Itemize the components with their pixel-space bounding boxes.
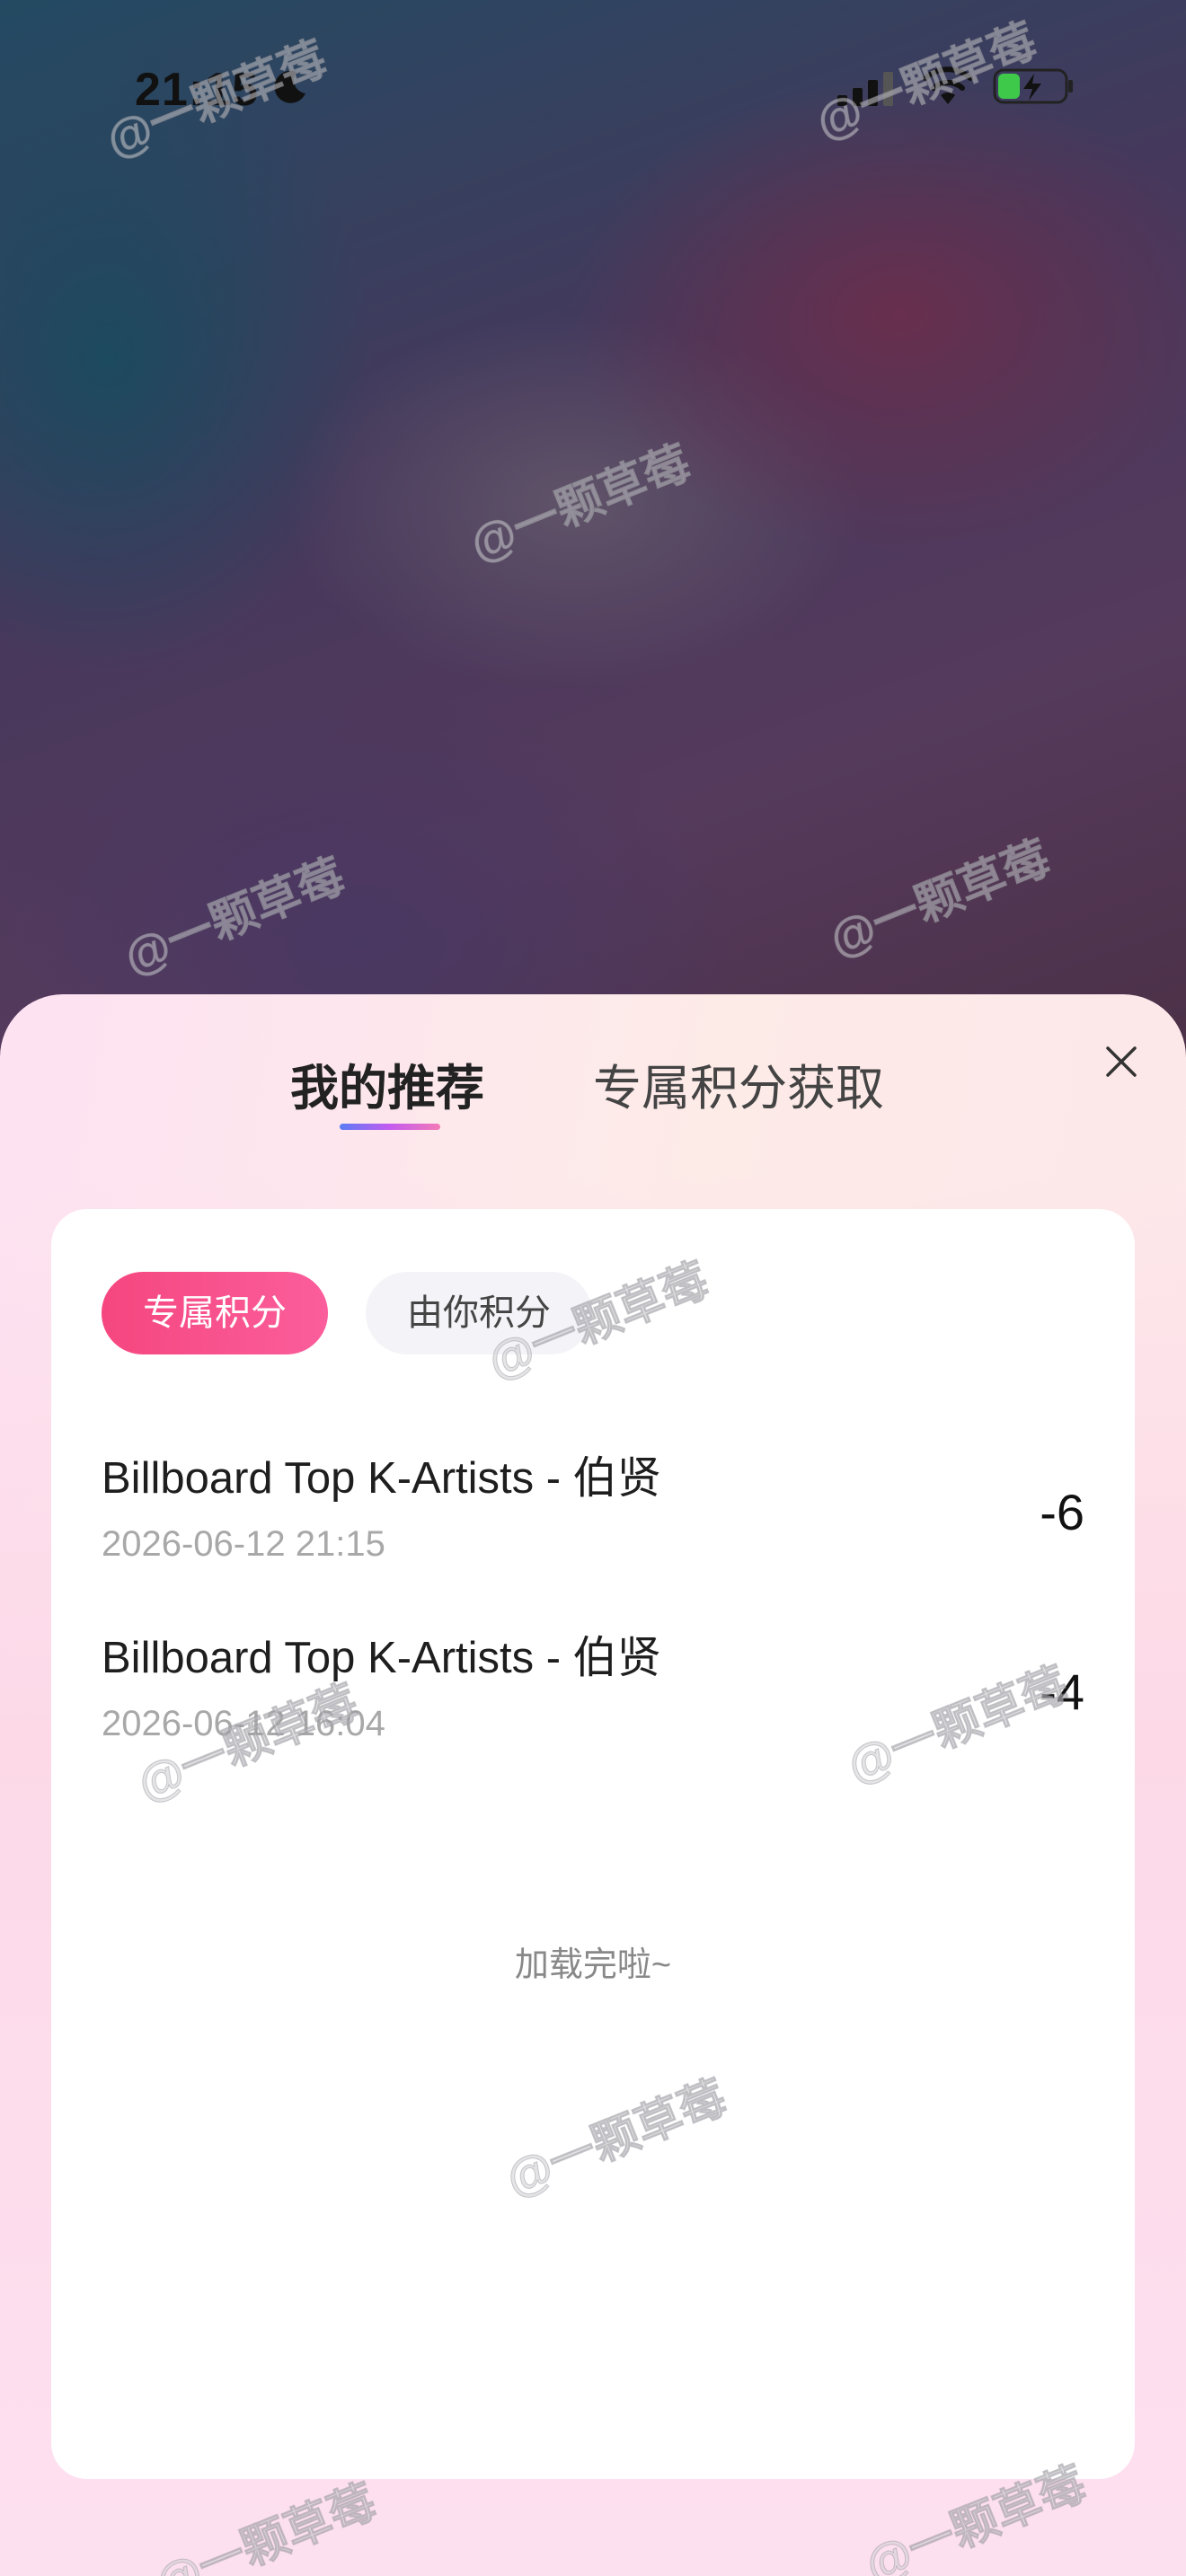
battery-charging-icon bbox=[993, 68, 1073, 104]
filter-your-points[interactable]: 由你积分 bbox=[366, 1272, 592, 1354]
status-time: 21:15 bbox=[135, 64, 259, 116]
tab-earn-points[interactable]: 专属积分获取 bbox=[593, 1057, 884, 1120]
record-value: -6 bbox=[1040, 1484, 1084, 1540]
cellular-signal-icon bbox=[837, 72, 893, 106]
records-card: 专属积分 由你积分 Billboard Top K-Artists - 伯贤 2… bbox=[51, 1209, 1135, 2479]
end-of-list-text: 加载完啦~ bbox=[514, 1946, 672, 1984]
record-value: -4 bbox=[1040, 1663, 1084, 1720]
record-title: Billboard Top K-Artists - 伯贤 bbox=[102, 1454, 661, 1503]
close-icon[interactable] bbox=[1101, 1041, 1142, 1082]
list-item: Billboard Top K-Artists - 伯贤 2026-06-12 … bbox=[102, 1631, 1084, 1793]
filter-exclusive-points[interactable]: 专属积分 bbox=[102, 1272, 328, 1354]
list-item: Billboard Top K-Artists - 伯贤 2026-06-12 … bbox=[102, 1451, 1084, 1613]
active-tab-indicator bbox=[340, 1124, 440, 1130]
status-bar: 21:15 bbox=[0, 0, 1186, 180]
tab-my-recommendations[interactable]: 我的推荐 bbox=[290, 1057, 484, 1120]
record-title: Billboard Top K-Artists - 伯贤 bbox=[102, 1634, 661, 1682]
record-date: 2026-06-12 21:15 bbox=[102, 1524, 385, 1564]
moon-icon bbox=[274, 70, 305, 103]
wifi-icon bbox=[923, 66, 973, 104]
record-date: 2026-06-12 16:04 bbox=[102, 1704, 385, 1743]
recommendation-sheet: 我的推荐 专属积分获取 专属积分 由你积分 Billboard Top K-Ar… bbox=[0, 994, 1186, 2576]
